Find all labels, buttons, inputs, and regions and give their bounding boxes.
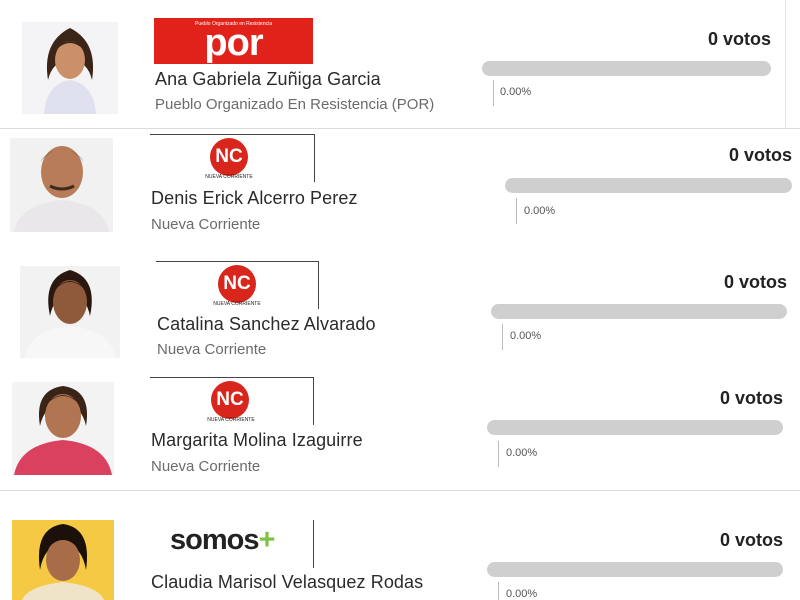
candidate-party: Nueva Corriente xyxy=(157,341,267,358)
vote-progress-bar xyxy=(487,420,783,435)
candidate-photo xyxy=(12,520,114,600)
vote-count: 0 votos xyxy=(723,272,787,292)
vote-count: 0 votos xyxy=(707,29,771,49)
party-logo-somos: somos+ xyxy=(150,520,314,568)
vote-count: 0 votos xyxy=(719,530,783,550)
logo-text: por xyxy=(204,22,263,64)
logo-text: NC xyxy=(218,265,256,303)
vote-progress-bar xyxy=(505,178,792,193)
party-logo-nc: NC NUEVA CORRIENTE xyxy=(156,261,319,309)
party-logo-nc: NC NUEVA CORRIENTE xyxy=(150,377,314,425)
party-logo-por: Pueblo Organizado en Resistencia por xyxy=(154,18,313,64)
logo-tagline: NUEVA CORRIENTE xyxy=(213,301,261,307)
candidate-photo xyxy=(22,22,118,114)
logo-plus-mark: + xyxy=(258,524,275,556)
logo-tagline: NUEVA CORRIENTE xyxy=(207,417,255,423)
percent-tick xyxy=(493,80,494,106)
party-logo-nc: NC NUEVA CORRIENTE xyxy=(150,134,315,182)
candidate-party: Pueblo Organizado En Resistencia (POR) xyxy=(155,96,435,113)
scrollbar-edge xyxy=(785,0,786,128)
vote-percent: 0.00% xyxy=(506,447,538,459)
candidate-name: Denis Erick Alcerro Perez xyxy=(151,188,358,208)
logo-text: somos+ xyxy=(170,524,275,556)
candidate-photo xyxy=(10,138,113,232)
vote-progress-bar xyxy=(491,304,787,319)
vote-percent: 0.00% xyxy=(500,86,532,98)
percent-tick xyxy=(498,441,499,467)
candidate-photo xyxy=(12,382,114,475)
percent-tick xyxy=(498,582,499,600)
row-divider xyxy=(0,490,800,491)
candidate-photo xyxy=(20,266,120,358)
row-divider xyxy=(0,128,800,129)
logo-tagline: NUEVA CORRIENTE xyxy=(205,174,253,180)
logo-text: NC xyxy=(210,138,248,176)
candidate-name: Claudia Marisol Velasquez Rodas xyxy=(151,572,424,592)
vote-percent: 0.00% xyxy=(506,588,538,600)
candidate-party: Nueva Corriente xyxy=(151,458,261,475)
vote-percent: 0.00% xyxy=(510,330,542,342)
vote-progress-bar xyxy=(487,562,783,577)
percent-tick xyxy=(516,198,517,224)
percent-tick xyxy=(502,324,503,350)
candidate-name: Margarita Molina Izaguirre xyxy=(151,430,363,450)
vote-count: 0 votos xyxy=(719,388,783,408)
vote-progress-bar xyxy=(482,61,771,76)
candidate-name: Catalina Sanchez Alvarado xyxy=(157,314,376,334)
logo-text: NC xyxy=(211,381,249,419)
candidate-party: Nueva Corriente xyxy=(151,216,261,233)
candidate-name: Ana Gabriela Zuñiga Garcia xyxy=(155,69,381,89)
vote-count: 0 votos xyxy=(728,145,792,165)
vote-percent: 0.00% xyxy=(524,205,556,217)
